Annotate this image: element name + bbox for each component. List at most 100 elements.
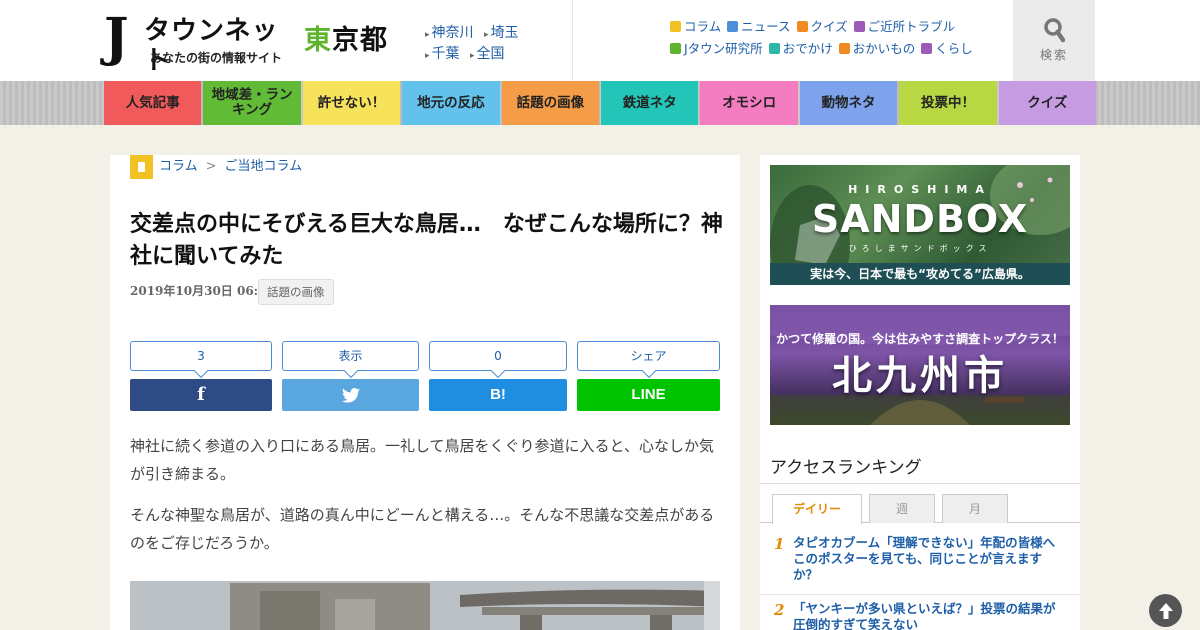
hatena-icon: B!: [490, 386, 506, 403]
region-link-chiba[interactable]: 千葉: [425, 45, 460, 66]
article-paragraph: 神社に続く参道の入り口にある鳥居。一礼して鳥居をくぐり参道に入ると、心なしか気が…: [130, 437, 714, 483]
facebook-share-button[interactable]: f: [130, 379, 272, 411]
breadcrumb-column[interactable]: コラム: [159, 159, 198, 174]
hiroshima-sandbox-banner[interactable]: HIROSHIMA SANDBOX ひろしまサンドボックス 実は今、日本で最も“…: [770, 165, 1070, 285]
twitter-count[interactable]: 表示: [282, 341, 419, 371]
ranking-number: 2: [774, 601, 785, 619]
sidebar: HIROSHIMA SANDBOX ひろしまサンドボックス 実は今、日本で最も“…: [760, 155, 1080, 630]
car-icon: [768, 43, 780, 54]
region-title-first: 東: [304, 25, 332, 56]
ranking-tabs: デイリー 週 月: [760, 494, 1080, 524]
kitakyushu-banner[interactable]: かつて修羅の国。今は住みやすさ調査トップクラス！ 北九州市: [770, 305, 1070, 425]
article-category-tag[interactable]: 話題の画像: [258, 279, 334, 305]
region-title-rest: 京都: [332, 25, 388, 56]
line-share-button[interactable]: LINE: [577, 379, 720, 411]
header-divider: [572, 0, 573, 81]
category-nav: 人気記事 地域差・ランキング 許せない！ 地元の反応 話題の画像 鉄道ネタ オモ…: [0, 81, 1200, 125]
quick-link-news[interactable]: ニュース: [727, 16, 791, 38]
quick-link-living[interactable]: くらし: [921, 38, 973, 60]
logo-mark: J: [104, 7, 129, 68]
quiz-icon: [796, 21, 808, 32]
quick-link-label: くらし: [935, 41, 973, 56]
ranking-title: アクセスランキング: [770, 458, 922, 478]
banner-kitakyushu-main: 北九州市: [832, 352, 1008, 399]
quick-link-label: Jタウン研究所: [684, 41, 763, 56]
breadcrumb-local-column[interactable]: ご当地コラム: [225, 159, 303, 174]
ranking-number: 1: [774, 535, 785, 553]
pen-icon: [727, 21, 739, 32]
nav-tab-popular[interactable]: 人気記事: [104, 81, 202, 125]
hatena-count: 0: [429, 341, 567, 371]
quick-link-label: おでかけ: [782, 41, 833, 56]
quick-link-label: おかいもの: [852, 41, 916, 56]
house-icon: [853, 21, 865, 32]
ranking-link[interactable]: タピオカブーム「理解できない」年配の皆様へ このポスターを見ても、同じことが言え…: [793, 535, 1068, 583]
ranking-item[interactable]: 2 「ヤンキーが多い県といえば？」投票の結果が圧倒的すぎて笑えない: [760, 596, 1080, 630]
arrow-up-icon: [1158, 602, 1173, 619]
banner-hiroshima-top: HIROSHIMA: [848, 183, 992, 196]
quick-link-quiz[interactable]: クイズ: [796, 16, 848, 38]
breadcrumb-separator: >: [205, 159, 217, 174]
ranking-item[interactable]: 1 タピオカブーム「理解できない」年配の皆様へ このポスターを見ても、同じことが…: [760, 533, 1080, 595]
nav-tab-funny[interactable]: オモシロ: [700, 81, 798, 125]
torii-photo-icon: [130, 581, 720, 630]
breadcrumb: コラム > ご当地コラム: [130, 155, 302, 179]
quick-link-column[interactable]: コラム: [670, 16, 721, 38]
line-icon: LINE: [631, 386, 666, 403]
nav-tab-regional-ranking[interactable]: 地域差・ランキング: [203, 81, 301, 125]
site-header: J タウンネット あなたの街の情報サイト 東京都 神奈川 埼玉 千葉 全国 コラ…: [0, 0, 1200, 81]
nav-tab-quiz[interactable]: クイズ: [998, 81, 1097, 125]
ranking-tab-monthly[interactable]: 月: [942, 494, 1008, 523]
site-logo[interactable]: J タウンネット あなたの街の情報サイト: [104, 7, 299, 77]
quick-link-label: クイズ: [810, 19, 848, 34]
article-title: 交差点の中にそびえる巨大な鳥居… なぜこんな場所に？神社に聞いてみた: [130, 212, 723, 269]
facebook-icon: f: [197, 384, 205, 405]
quick-link-shopping[interactable]: おかいもの: [838, 38, 916, 60]
region-link-national[interactable]: 全国: [470, 45, 505, 66]
line-count: シェア: [577, 341, 720, 371]
search-icon: [1044, 18, 1065, 43]
quick-link-label: ニュース: [741, 19, 791, 34]
quick-link-trouble[interactable]: ご近所トラブル: [853, 16, 956, 38]
facebook-count: 3: [130, 341, 272, 371]
article-date: 2019年10月30日 06:00: [130, 284, 275, 298]
article-paragraph: そんな神聖な鳥居が、道路の真ん中にどーんと構える…。そんな不思議な交差点があるの…: [130, 506, 715, 552]
quick-link-lab[interactable]: Jタウン研究所: [670, 38, 763, 60]
region-title: 東京都: [304, 24, 388, 58]
twitter-share-button[interactable]: [282, 379, 419, 411]
nav-tab-local-reaction[interactable]: 地元の反応: [402, 81, 500, 125]
ranking-divider: [760, 483, 1080, 484]
quick-link-label: ご近所トラブル: [867, 19, 956, 34]
ranking-tab-daily[interactable]: デイリー: [772, 494, 862, 524]
banner-hiroshima-caption: 実は今、日本で最も“攻めてる”広島県。: [770, 263, 1070, 285]
hatena-bookmark-button[interactable]: B!: [429, 379, 567, 411]
ranking-link[interactable]: 「ヤンキーが多い県といえば？」投票の結果が圧倒的すぎて笑えない: [793, 601, 1061, 630]
nav-tab-trending-images[interactable]: 話題の画像: [501, 81, 600, 125]
quick-link-outing[interactable]: おでかけ: [768, 38, 833, 60]
banner-kitakyushu-top: かつて修羅の国。今は住みやすさ調査トップクラス！: [776, 332, 1064, 346]
article-photo-torii: [130, 581, 720, 630]
back-to-top-button[interactable]: [1149, 594, 1182, 627]
column-icon: [670, 21, 681, 32]
ranking-tab-weekly[interactable]: 週: [869, 494, 935, 523]
nav-tab-railway[interactable]: 鉄道ネタ: [601, 81, 699, 125]
nav-tab-unforgivable[interactable]: 許せない！: [302, 81, 401, 125]
logo-name: タウンネット: [144, 16, 279, 76]
banner-hiroshima-main: SANDBOX: [811, 197, 1029, 241]
quick-links: コラム ニュース クイズ ご近所トラブル Jタウン研究所 おでかけ おかいもの くらし: [670, 16, 1000, 60]
logo-tagline: あなたの街の情報サイト: [150, 51, 283, 65]
banner-hiroshima-kana: ひろしまサンドボックス: [848, 244, 992, 253]
flask-icon: [670, 43, 681, 54]
article-main: コラム > ご当地コラム 交差点の中にそびえる巨大な鳥居… なぜこんな場所に？神社に…: [110, 155, 740, 630]
quick-link-label: コラム: [684, 19, 722, 34]
column-icon: [130, 155, 153, 179]
search-label: 検索: [1039, 48, 1068, 62]
region-links: 神奈川 埼玉 千葉 全国: [425, 24, 565, 66]
nav-tab-voting[interactable]: 投票中！: [899, 81, 997, 125]
bag-icon: [838, 43, 850, 54]
search-button[interactable]: 検索: [1013, 0, 1095, 81]
nav-tab-animals[interactable]: 動物ネタ: [799, 81, 898, 125]
region-link-saitama[interactable]: 埼玉: [484, 24, 519, 45]
region-link-kanagawa[interactable]: 神奈川: [425, 24, 474, 45]
house-icon: [921, 43, 933, 54]
